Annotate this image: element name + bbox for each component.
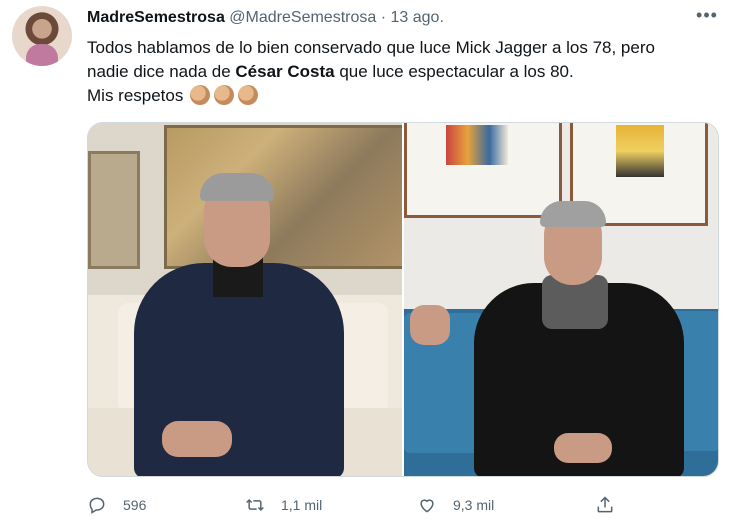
tweet-text-segment: Mis respetos — [87, 86, 184, 105]
retweet-icon — [246, 498, 264, 512]
share-icon — [597, 496, 613, 513]
avatar-figure — [26, 44, 58, 66]
photo-right[interactable] — [404, 123, 718, 476]
tweet-card[interactable]: MadreSemestrosa @MadreSemestrosa · 13 ag… — [0, 0, 738, 524]
more-horizontal-icon: ••• — [696, 5, 718, 25]
author-name[interactable]: MadreSemestrosa — [87, 9, 225, 26]
separator-dot: · — [380, 9, 387, 26]
photo-left[interactable] — [88, 123, 402, 476]
tweet-text-line-1: Todos hablamos de lo bien conservado que… — [87, 38, 655, 57]
tweet-text: Todos hablamos de lo bien conservado que… — [87, 36, 727, 108]
retweet-button[interactable]: 1,1 mil — [245, 488, 322, 522]
tweet-text-segment: nadie dice nada de — [87, 62, 236, 81]
retweet-count: 1,1 mil — [281, 497, 323, 513]
action-bar: 596 1,1 mil 9,3 mil — [87, 488, 727, 522]
tweet-text-line-3: Mis respetos — [87, 84, 727, 108]
tweet-timestamp[interactable]: 13 ago. — [391, 9, 444, 26]
reply-count: 596 — [123, 497, 147, 513]
clapping-hands-emoji — [188, 85, 260, 105]
share-button[interactable] — [595, 488, 631, 522]
reply-button[interactable]: 596 — [87, 488, 146, 522]
like-count: 9,3 mil — [453, 497, 495, 513]
tweet-header: MadreSemestrosa @MadreSemestrosa · 13 ag… — [87, 8, 444, 28]
heart-icon — [420, 499, 434, 513]
reply-icon — [89, 497, 105, 514]
tweet-text-segment: que luce espectacular a los 80. — [334, 62, 574, 81]
more-options-button[interactable]: ••• — [690, 4, 724, 28]
like-button[interactable]: 9,3 mil — [417, 488, 494, 522]
media-grid[interactable] — [87, 122, 719, 477]
tweet-text-bold-name: César Costa — [235, 62, 335, 81]
author-handle[interactable]: @MadreSemestrosa — [229, 9, 376, 26]
tweet-text-line-2: nadie dice nada de César Costa que luce … — [87, 60, 727, 84]
avatar[interactable] — [12, 6, 72, 66]
